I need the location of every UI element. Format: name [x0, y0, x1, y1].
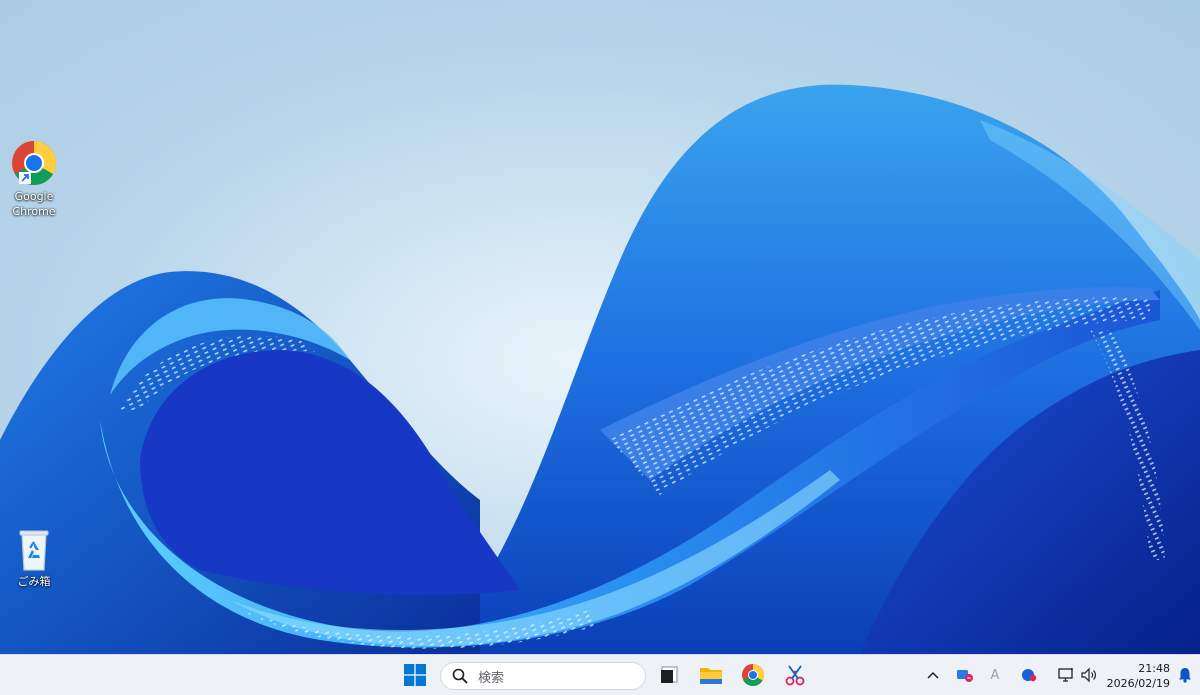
ime-mode-label: A: [990, 667, 1000, 683]
tray-overflow-chevron[interactable]: [922, 665, 944, 685]
desktop-icon-recycle-bin[interactable]: ごみ箱: [0, 528, 68, 589]
dark-window-icon: [661, 666, 678, 683]
chevron-up-icon: [927, 671, 939, 679]
notification-bell-icon: [1179, 668, 1191, 683]
taskbar-app-file-explorer[interactable]: [696, 660, 726, 690]
tray-ime-indicator[interactable]: A: [984, 665, 1006, 685]
taskbar-app-chrome[interactable]: [738, 660, 768, 690]
snipping-tool-icon: [785, 665, 805, 686]
taskbar-app-snipping[interactable]: [780, 660, 810, 690]
taskbar-search-box[interactable]: 検索: [440, 662, 646, 690]
taskbar: 検索 A 21:48 2026/02/19: [0, 654, 1200, 695]
tray-notifications[interactable]: [1174, 665, 1196, 685]
wallpaper-bloom: [0, 84, 1200, 654]
desktop-icon-chrome[interactable]: Google Chrome: [0, 139, 68, 219]
network-icon: [1058, 668, 1073, 682]
tray-volume[interactable]: [1078, 665, 1100, 685]
windows-logo-icon: [404, 664, 426, 686]
app-status-icon: [957, 670, 973, 682]
onedrive-icon: [1022, 669, 1037, 682]
taskbar-app-widget[interactable]: [654, 660, 684, 690]
clock-date: 2026/02/19: [1106, 677, 1170, 690]
tray-network[interactable]: [1055, 665, 1077, 685]
volume-icon: [1081, 667, 1096, 683]
taskbar-clock[interactable]: 21:48 2026/02/19: [1104, 661, 1170, 691]
tray-onedrive[interactable]: [1018, 665, 1040, 685]
chrome-icon: [742, 664, 764, 686]
recycle-bin-icon: [19, 530, 49, 571]
desktop: Google Chrome ごみ箱: [0, 0, 1200, 654]
start-button[interactable]: [400, 660, 430, 690]
desktop-icon-label: Google Chrome: [12, 190, 56, 218]
desktop-icon-label: ごみ箱: [17, 575, 51, 588]
chrome-icon: [12, 141, 56, 185]
tray-app-icon[interactable]: [954, 665, 976, 685]
search-icon: [452, 668, 468, 684]
clock-time: 21:48: [1138, 662, 1170, 675]
search-placeholder: 検索: [478, 670, 505, 686]
folder-icon: [700, 668, 722, 684]
